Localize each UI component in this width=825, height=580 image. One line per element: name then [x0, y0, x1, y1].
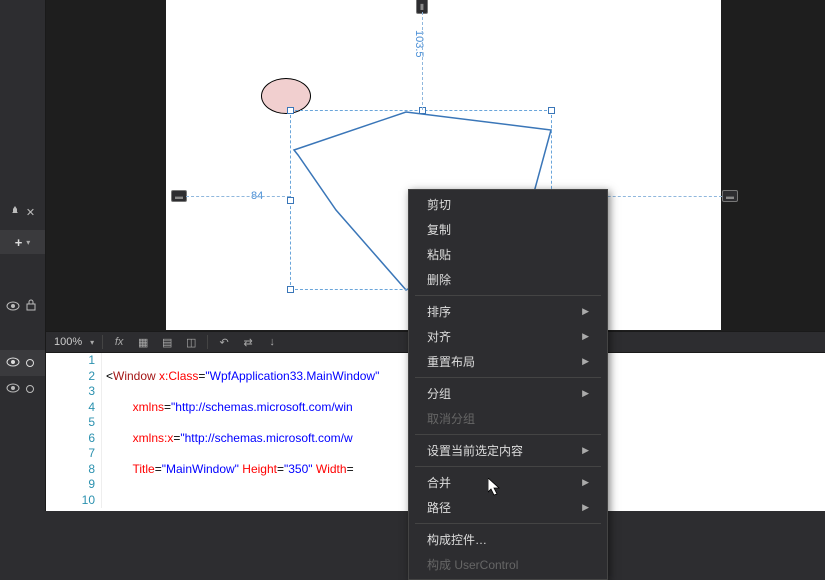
- resize-handle[interactable]: [548, 107, 555, 114]
- guide-line: [422, 12, 423, 110]
- fx-icon[interactable]: fx: [111, 334, 127, 350]
- side-toolbar: ✕ + ▾: [0, 0, 46, 511]
- guide-line: [186, 196, 290, 197]
- zoom-level[interactable]: 100%: [54, 336, 82, 348]
- dropdown-icon[interactable]: ▾: [26, 238, 30, 247]
- circle-icon[interactable]: [26, 385, 34, 393]
- chevron-right-icon: ▶: [582, 445, 589, 456]
- menu-ungroup: 取消分组: [409, 406, 607, 431]
- chevron-right-icon: ▶: [582, 356, 589, 367]
- menu-make-usercontrol: 构成 UserControl: [409, 552, 607, 577]
- line-gutter: 12345678910: [46, 353, 102, 508]
- eye-icon[interactable]: [6, 298, 20, 316]
- chevron-down-icon[interactable]: ▾: [90, 338, 94, 347]
- menu-paste[interactable]: 粘贴: [409, 242, 607, 267]
- menu-make-control[interactable]: 构成控件…: [409, 527, 607, 552]
- menu-align[interactable]: 对齐▶: [409, 324, 607, 349]
- circle-icon[interactable]: [26, 359, 34, 367]
- arrow-swap-icon[interactable]: ⇄: [240, 334, 256, 350]
- menu-cut[interactable]: 剪切: [409, 192, 607, 217]
- chevron-right-icon: ▶: [582, 331, 589, 342]
- lock-icon[interactable]: [26, 298, 36, 316]
- snap-icon[interactable]: ◫: [183, 334, 199, 350]
- eye-icon[interactable]: [6, 354, 20, 372]
- chevron-right-icon: ▶: [582, 388, 589, 399]
- ellipse-shape[interactable]: [261, 78, 311, 114]
- menu-path[interactable]: 路径▶: [409, 495, 607, 520]
- arrow-left-icon[interactable]: ↶: [216, 334, 232, 350]
- menu-group[interactable]: 分组▶: [409, 381, 607, 406]
- menu-reset-layout[interactable]: 重置布局▶: [409, 349, 607, 374]
- context-menu: 剪切 复制 粘贴 删除 排序▶ 对齐▶ 重置布局▶ 分组▶ 取消分组 设置当前选…: [408, 189, 608, 580]
- grid-icon[interactable]: ▦: [135, 334, 151, 350]
- arrow-down-icon[interactable]: ↓: [264, 334, 280, 350]
- pin-icon[interactable]: [10, 203, 20, 221]
- resize-handle[interactable]: [287, 197, 294, 204]
- chevron-right-icon: ▶: [582, 477, 589, 488]
- menu-order[interactable]: 排序▶: [409, 299, 607, 324]
- lock-handle[interactable]: ▬: [722, 190, 738, 202]
- menu-set-selection[interactable]: 设置当前选定内容▶: [409, 438, 607, 463]
- lock-handle[interactable]: ▬: [171, 190, 187, 202]
- close-icon[interactable]: ✕: [26, 206, 35, 219]
- grid-snap-icon[interactable]: ▤: [159, 334, 175, 350]
- chevron-right-icon: ▶: [582, 502, 589, 513]
- menu-merge[interactable]: 合并▶: [409, 470, 607, 495]
- menu-delete[interactable]: 删除: [409, 267, 607, 292]
- chevron-right-icon: ▶: [582, 306, 589, 317]
- resize-handle[interactable]: [287, 286, 294, 293]
- add-icon[interactable]: +: [15, 235, 23, 250]
- resize-handle[interactable]: [287, 107, 294, 114]
- dimension-vertical: 103.5: [413, 30, 425, 58]
- menu-copy[interactable]: 复制: [409, 217, 607, 242]
- eye-icon[interactable]: [6, 380, 20, 398]
